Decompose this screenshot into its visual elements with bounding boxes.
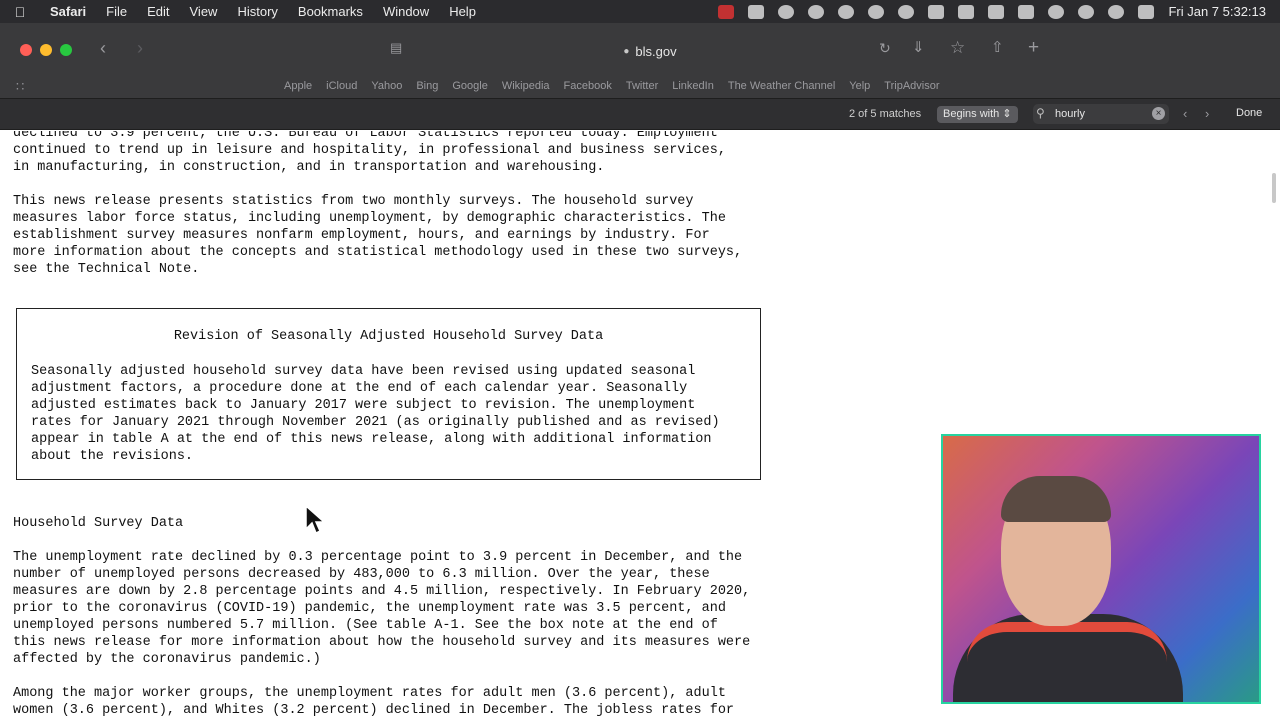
favorite-link[interactable]: Google [452,80,487,92]
paragraph-line: women (3.6 percent), and Whites (3.2 per… [13,703,735,718]
menu-history[interactable]: History [227,0,287,23]
window-minimize-button[interactable] [40,44,52,56]
webcam-person-hair [1001,476,1111,522]
lock-icon: ● [623,45,630,57]
box-line: adjusted estimates back to January 2017 … [31,398,696,413]
favorite-link[interactable]: Yahoo [371,80,402,92]
menu-bookmarks[interactable]: Bookmarks [288,0,373,23]
macos-menu-bar:  Safari File Edit View History Bookmark… [0,0,1280,23]
paragraph-line: see the Technical Note. [13,262,200,277]
favorites-list: Apple iCloud Yahoo Bing Google Wikipedia… [284,73,954,99]
paragraph-line: number of unemployed persons decreased b… [13,567,710,582]
pen-icon[interactable] [748,4,765,19]
moon-icon[interactable] [898,4,915,19]
find-match-count: 2 of 5 matches [849,108,922,120]
box-line: about the revisions. [31,449,194,464]
find-previous-icon[interactable]: ‹ [1183,106,1187,121]
reader-icon[interactable]: ▤ [390,38,402,58]
paragraph-line: continued to trend up in leisure and hos… [13,143,726,158]
window-zoom-button[interactable] [60,44,72,56]
menu-edit[interactable]: Edit [137,0,179,23]
address-bar[interactable]: ● bls.gov [560,40,740,62]
favorite-link[interactable]: Wikipedia [502,80,550,92]
mouse-cursor-icon [305,505,325,535]
paragraph-line: more information about the concepts and … [13,245,743,260]
creative-cloud-icon[interactable] [808,4,825,19]
search-icon: ⚲ [1036,106,1045,120]
reload-icon[interactable]: ↻ [879,38,891,58]
apple-menu-icon[interactable]:  [0,4,40,20]
favorite-link[interactable]: Yelp [849,80,870,92]
checkmark-circle-icon[interactable] [868,4,885,19]
box-line: appear in table A at the end of this new… [31,432,712,447]
menu-help[interactable]: Help [439,0,486,23]
paragraph-line: The unemployment rate declined by 0.3 pe… [13,550,743,565]
paragraph-line: unemployed persons numbered 5.7 million.… [13,618,718,633]
paragraph-line: measures labor force status, including u… [13,211,726,226]
box-line: adjustment factors, a procedure done at … [31,381,688,396]
paragraph-line: this news release for more information a… [13,635,751,650]
forward-arrow-icon[interactable]: › [137,38,143,58]
bookmark-star-icon[interactable]: ☆ [950,38,965,58]
section-heading: Household Survey Data [13,516,184,531]
menu-bar-clock[interactable]: Fri Jan 7 5:32:13 [1168,4,1266,19]
favorites-grid-icon[interactable]: ∷ [16,79,24,95]
dropdown-circle-icon[interactable] [838,4,855,19]
find-done-button[interactable]: Done [1236,107,1262,119]
share-icon[interactable]: ⇧ [991,38,1004,58]
find-bar: 2 of 5 matches Begins with ⇕ ⚲ × ‹ › Don… [0,99,1280,130]
wifi-icon[interactable] [1048,4,1065,19]
battery-icon[interactable] [1018,4,1035,19]
new-tab-plus-icon[interactable]: + [1028,38,1039,58]
box-title: Revision of Seasonally Adjusted Househol… [173,329,604,344]
favorites-bar: ∷ Apple iCloud Yahoo Bing Google Wikiped… [0,73,1280,99]
find-next-icon[interactable]: › [1205,106,1209,121]
paragraph-line: prior to the coronavirus (COVID-19) pand… [13,601,726,616]
gear-icon[interactable] [778,4,795,19]
bluetooth-icon[interactable] [958,4,975,19]
paragraph-line: affected by the coronavirus pandemic.) [13,652,321,667]
menu-file[interactable]: File [96,0,137,23]
favorite-link[interactable]: TripAdvisor [884,80,939,92]
box-line: rates for January 2021 through November … [31,415,720,430]
find-search-field[interactable]: ⚲ × [1033,104,1169,124]
favorite-link[interactable]: Facebook [564,80,612,92]
find-search-input[interactable] [1055,106,1151,122]
clear-search-icon[interactable]: × [1152,107,1165,120]
address-url: bls.gov [635,43,677,59]
menu-app-safari[interactable]: Safari [40,0,96,23]
find-mode-select[interactable]: Begins with ⇕ [937,106,1018,123]
favorite-link[interactable]: Apple [284,80,312,92]
webcam-person-hoodie [967,622,1167,662]
webcam-overlay [941,434,1261,704]
paragraph-line: establishment survey measures nonfarm em… [13,228,710,243]
revision-notice-box: Revision of Seasonally Adjusted Househol… [16,308,761,480]
safari-toolbar: ‹ › ▤ ● bls.gov ↻ ⇓ ☆ ⇧ + [0,23,1280,73]
control-center-icon[interactable] [1138,4,1155,19]
page-scrollbar[interactable] [1272,173,1276,203]
spotlight-search-icon[interactable] [1108,4,1125,19]
box-line: Seasonally adjusted household survey dat… [31,364,696,379]
paragraph-line: Among the major worker groups, the unemp… [13,686,726,701]
screen-record-icon[interactable] [718,4,735,19]
paragraph-line: declined to 3.9 percent, the U.S. Bureau… [13,131,718,141]
menu-bar-status-area: Fri Jan 7 5:32:13 [718,0,1266,23]
menu-window[interactable]: Window [373,0,439,23]
paragraph-line: measures are down by 2.8 percentage poin… [13,584,751,599]
favorite-link[interactable]: The Weather Channel [728,80,835,92]
window-icon[interactable] [988,4,1005,19]
menu-view[interactable]: View [180,0,228,23]
favorite-link[interactable]: LinkedIn [672,80,714,92]
grid-icon[interactable] [928,4,945,19]
user-icon[interactable] [1078,4,1095,19]
window-close-button[interactable] [20,44,32,56]
find-mode-label: Begins with [943,108,1000,120]
paragraph-line: in manufacturing, in construction, and i… [13,160,605,175]
paragraph-line: This news release presents statistics fr… [13,194,694,209]
favorite-link[interactable]: Twitter [626,80,658,92]
favorite-link[interactable]: Bing [416,80,438,92]
back-arrow-icon[interactable]: ‹ [100,38,106,58]
downloads-icon[interactable]: ⇓ [912,38,925,58]
favorite-link[interactable]: iCloud [326,80,357,92]
